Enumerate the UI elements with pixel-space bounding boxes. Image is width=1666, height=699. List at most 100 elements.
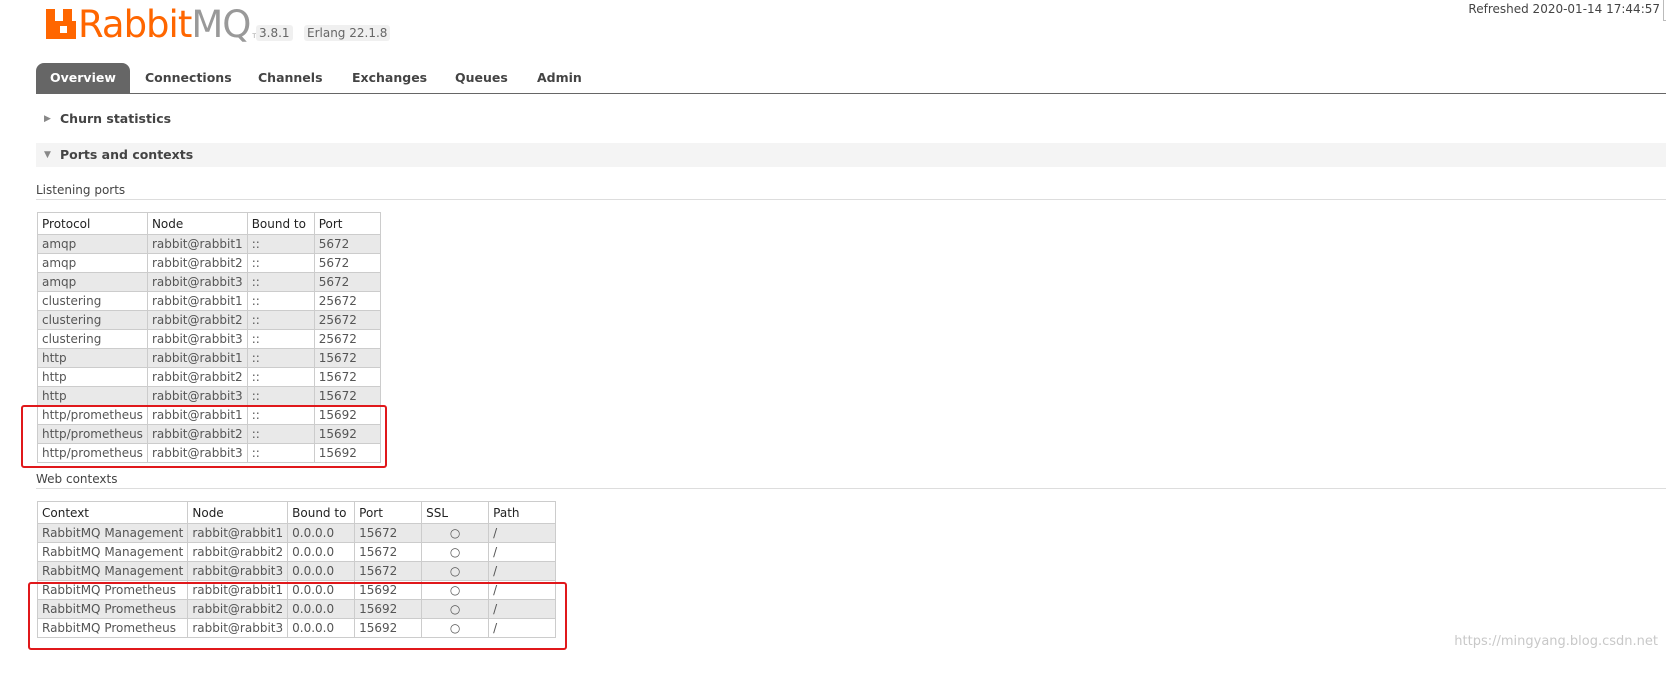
table-row: RabbitMQ Management rabbit@rabbit1 0.0.0.0… — [36, 523, 557, 543]
table-cell: 25672 — [313, 310, 381, 330]
table-cell: http — [37, 348, 148, 368]
header: RabbitMQ TM 3.8.1 Erlang 22.1.8 Refreshe… — [0, 0, 1666, 60]
table-cell: rabbit@rabbit2 — [146, 367, 248, 387]
collapsed-arrow-icon: ▶ — [44, 114, 51, 124]
table-cell: / — [488, 523, 557, 543]
tab-overview[interactable]: Overview — [36, 63, 130, 93]
table-cell: rabbit@rabbit3 — [187, 561, 289, 581]
table-cell: :: — [246, 234, 315, 254]
table-cell: :: — [246, 310, 315, 330]
refreshed-timestamp: Refreshed 2020-01-14 17:44:57 — [1468, 2, 1660, 16]
table-row: http rabbit@rabbit3:: 15672 — [37, 386, 381, 406]
prometheus-ports-highlight — [21, 405, 387, 468]
ports-column-header: Protocol — [37, 212, 148, 235]
table-cell: RabbitMQ Management — [36, 561, 189, 581]
table-cell: rabbit@rabbit1 — [146, 234, 248, 254]
tab-channels[interactable]: Channels — [258, 63, 323, 93]
table-row: RabbitMQ Management rabbit@rabbit3 0.0.0.0… — [36, 561, 557, 581]
table-row: http rabbit@rabbit1:: 15672 — [37, 348, 381, 368]
table-cell: :: — [246, 367, 315, 387]
table-cell: 15672 — [313, 348, 381, 368]
table-cell: clustering — [37, 310, 148, 330]
table-cell: clustering — [37, 329, 148, 349]
table-cell: :: — [246, 386, 315, 406]
table-cell: rabbit@rabbit3 — [146, 329, 248, 349]
table-cell: 15672 — [313, 386, 381, 406]
table-row: clustering rabbit@rabbit1:: 25672 — [37, 291, 381, 311]
table-row: clustering rabbit@rabbit2:: 25672 — [37, 310, 381, 330]
web-column-header: Path — [488, 501, 557, 524]
rabbitmq-logo-icon — [46, 9, 76, 39]
tab-queues[interactable]: Queues — [455, 63, 508, 93]
table-cell: http — [37, 367, 148, 387]
table-cell: rabbit@rabbit1 — [146, 291, 248, 311]
table-cell: amqp — [37, 234, 148, 254]
listening-ports-heading: Listening ports — [36, 183, 1666, 200]
erlang-version-badge: Erlang 22.1.8 — [304, 25, 391, 41]
table-row: amqp rabbit@rabbit2:: 5672 — [37, 253, 381, 273]
ports-column-header: Node — [146, 212, 248, 235]
churn-statistics-title: Churn statistics — [60, 111, 172, 126]
prometheus-contexts-highlight — [28, 582, 567, 650]
table-cell: amqp — [37, 253, 148, 273]
table-cell: 15672 — [354, 561, 423, 581]
table-cell: 0.0.0.0 — [287, 542, 356, 562]
web-column-header: Node — [187, 501, 289, 524]
table-cell: 25672 — [313, 329, 381, 349]
table-cell: :: — [246, 348, 315, 368]
logo-wordmark: RabbitMQ — [78, 3, 251, 46]
table-cell: rabbit@rabbit2 — [187, 542, 289, 562]
table-cell: / — [488, 542, 557, 562]
table-cell: ○ — [421, 542, 490, 562]
table-cell: rabbit@rabbit3 — [146, 272, 248, 292]
table-cell: :: — [246, 329, 315, 349]
table-cell: 5672 — [313, 272, 381, 292]
ports-and-contexts-section[interactable]: ▼ Ports and contexts — [36, 143, 1666, 167]
table-header-row: Protocol Node Bound to Port — [37, 212, 381, 235]
table-header-row: Context Node Bound to Port SSL Path — [36, 501, 557, 524]
tab-connections[interactable]: Connections — [145, 63, 232, 93]
table-cell: ○ — [421, 561, 490, 581]
web-column-header: SSL — [421, 501, 490, 524]
table-cell: ○ — [421, 523, 490, 543]
table-cell: rabbit@rabbit3 — [146, 386, 248, 406]
table-cell: :: — [246, 253, 315, 273]
table-cell: RabbitMQ Management — [36, 523, 189, 543]
main-tabs: Overview Connections Channels Exchanges … — [36, 63, 1666, 94]
web-column-header: Port — [354, 501, 423, 524]
table-cell: RabbitMQ Management — [36, 542, 189, 562]
ports-column-header: Bound to — [246, 212, 315, 235]
table-cell: rabbit@rabbit1 — [146, 348, 248, 368]
table-cell: 5672 — [313, 234, 381, 254]
table-cell: rabbit@rabbit1 — [187, 523, 289, 543]
table-cell: 0.0.0.0 — [287, 561, 356, 581]
table-cell: 5672 — [313, 253, 381, 273]
table-cell: :: — [246, 291, 315, 311]
web-contexts-heading: Web contexts — [36, 472, 1666, 489]
rabbitmq-version-badge: 3.8.1 — [256, 25, 293, 41]
table-cell: http — [37, 386, 148, 406]
table-cell: 25672 — [313, 291, 381, 311]
table-cell: amqp — [37, 272, 148, 292]
table-cell: :: — [246, 272, 315, 292]
expanded-arrow-icon: ▼ — [44, 150, 51, 160]
table-row: amqp rabbit@rabbit3:: 5672 — [37, 272, 381, 292]
tab-admin[interactable]: Admin — [537, 63, 582, 93]
table-cell: rabbit@rabbit2 — [146, 310, 248, 330]
table-cell: rabbit@rabbit2 — [146, 253, 248, 273]
rabbitmq-logo[interactable]: RabbitMQ TM — [46, 6, 261, 44]
table-cell: clustering — [37, 291, 148, 311]
web-column-header: Context — [36, 501, 189, 524]
table-row: RabbitMQ Management rabbit@rabbit2 0.0.0.0… — [36, 542, 557, 562]
table-cell: / — [488, 561, 557, 581]
table-row: amqp rabbit@rabbit1:: 5672 — [37, 234, 381, 254]
table-row: clustering rabbit@rabbit3:: 25672 — [37, 329, 381, 349]
tab-exchanges[interactable]: Exchanges — [352, 63, 427, 93]
table-cell: 15672 — [354, 542, 423, 562]
table-cell: 15672 — [313, 367, 381, 387]
ports-column-header: Port — [313, 212, 381, 235]
table-row: http rabbit@rabbit2:: 15672 — [37, 367, 381, 387]
churn-statistics-section[interactable]: ▶ Churn statistics — [36, 107, 1666, 131]
watermark: https://mingyang.blog.csdn.net — [1454, 634, 1658, 649]
ports-and-contexts-title: Ports and contexts — [60, 147, 194, 162]
